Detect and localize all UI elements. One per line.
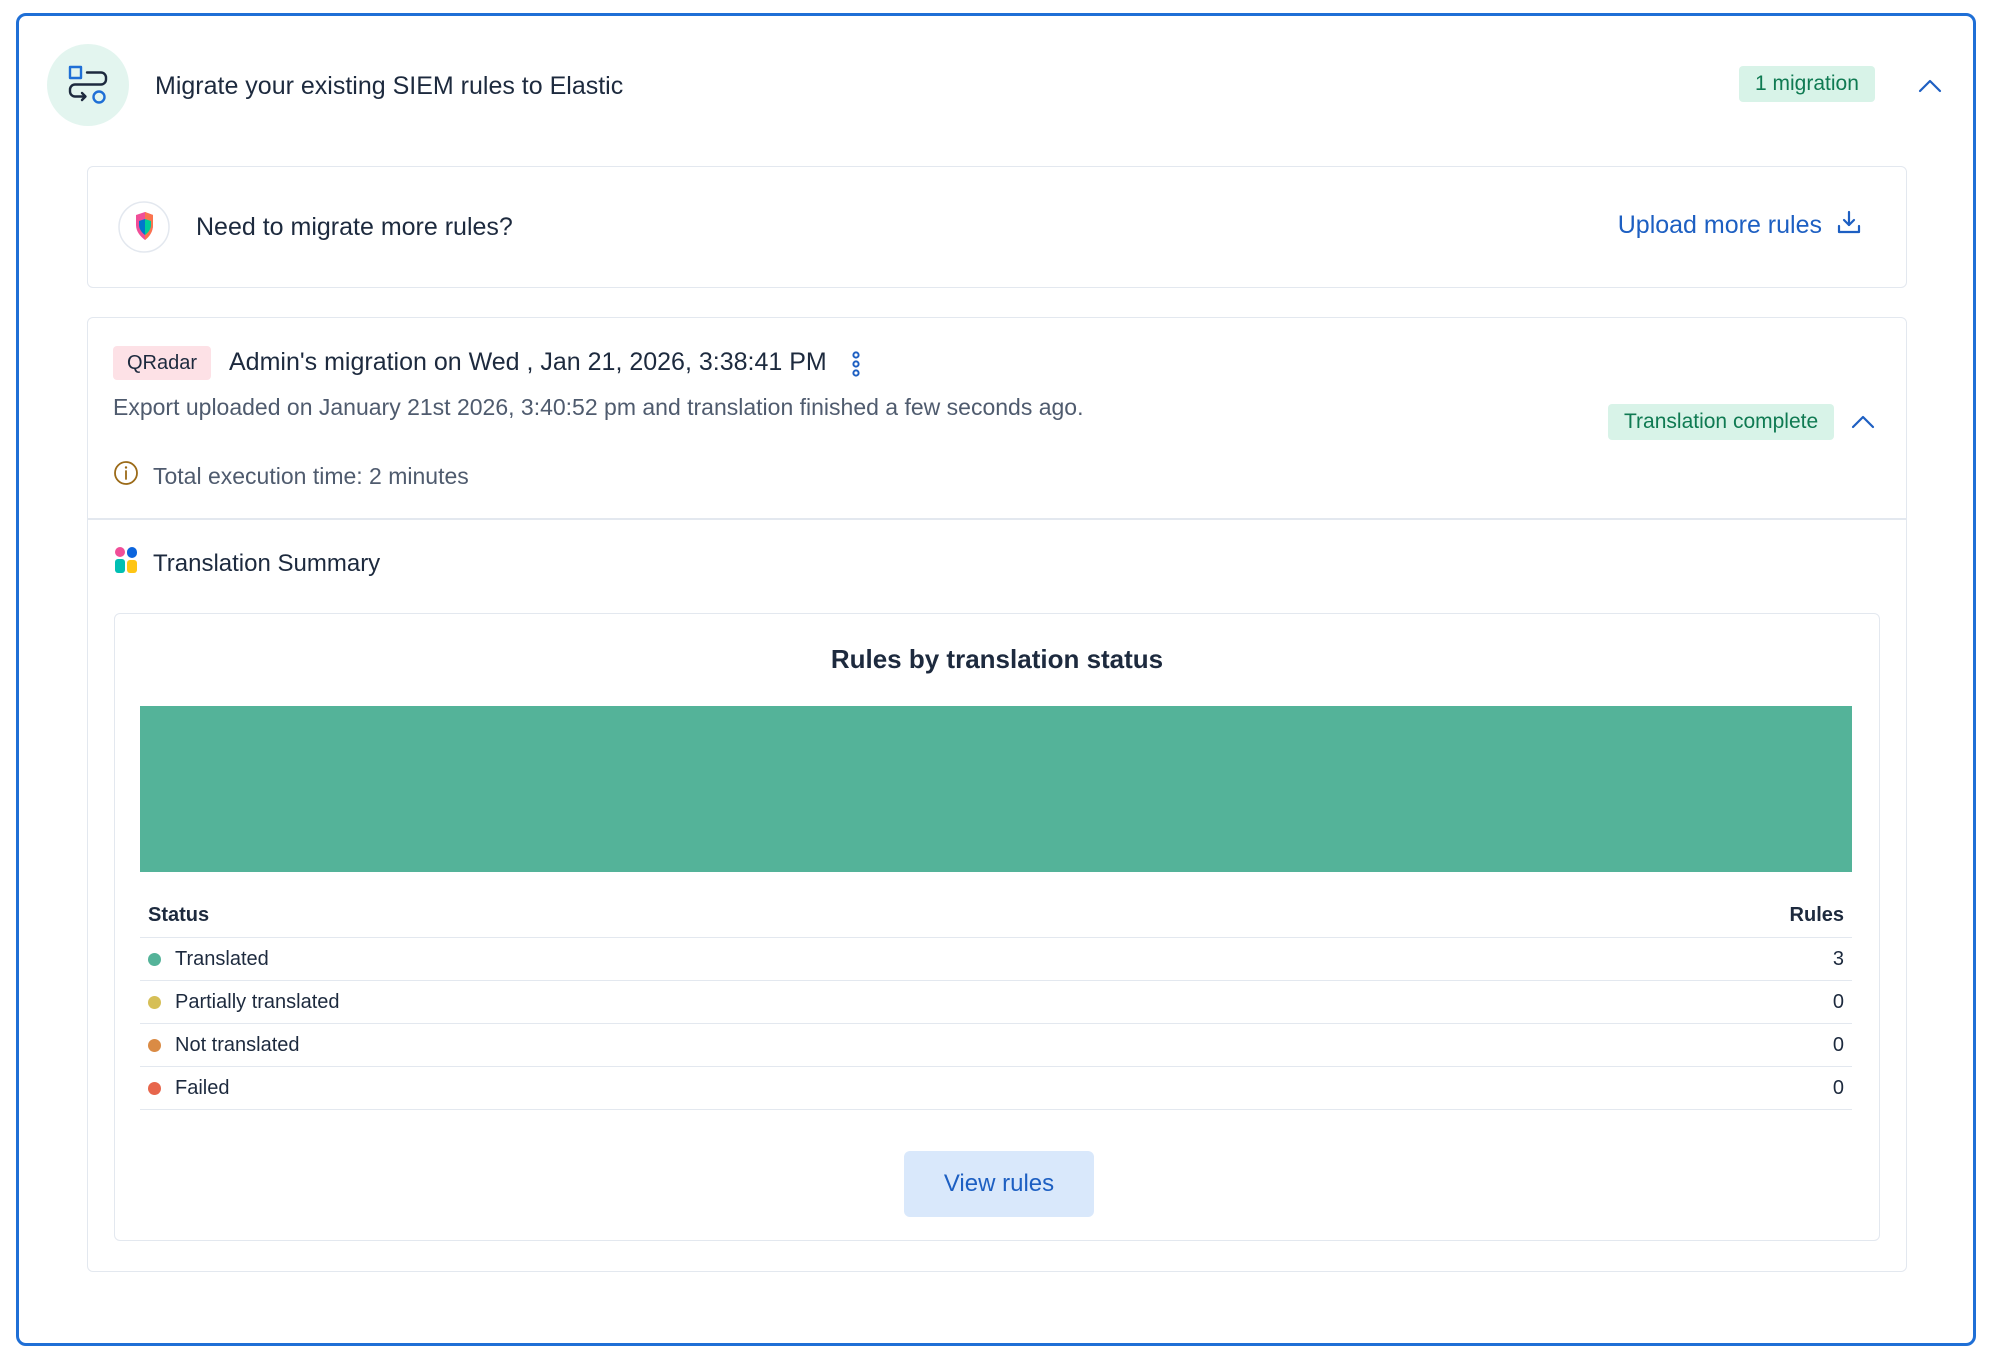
rules-count-failed: 0 xyxy=(1418,1066,1852,1110)
status-dot-translated xyxy=(148,952,161,966)
status-table: Status Rules Translated 3 Partially transl… xyxy=(140,894,1852,1110)
status-label-translated: Translated xyxy=(175,947,269,970)
status-dot-partially-translated xyxy=(148,995,161,1009)
page-title: Migrate your existing SIEM rules to Elas… xyxy=(155,72,624,100)
status-stacked-bar xyxy=(140,706,1852,872)
status-label-partially-translated: Partially translated xyxy=(175,990,340,1013)
table-row: Not translated 0 xyxy=(140,1023,1852,1067)
migration-panel: QRadar Admin's migration on Wed , Jan 21… xyxy=(87,317,1907,1272)
rules-status-chart-card: Rules by translation status Status Rules… xyxy=(114,613,1880,1241)
execution-time-text: Total execution time: 2 minutes xyxy=(153,462,469,489)
upload-question: Need to migrate more rules? xyxy=(196,213,513,241)
status-dot-failed xyxy=(148,1081,161,1095)
execution-time-row: Total execution time: 2 minutes xyxy=(113,460,469,492)
rules-migration-icon xyxy=(47,44,129,126)
rules-count-translated: 3 xyxy=(1418,937,1852,981)
status-table-header: Status Rules xyxy=(140,894,1852,938)
rules-column-header: Rules xyxy=(1418,894,1852,938)
elastic-security-logo-icon xyxy=(118,201,170,253)
translation-status-badge: Translation complete xyxy=(1608,404,1835,440)
upload-more-rules-label: Upload more rules xyxy=(1617,211,1822,239)
info-icon xyxy=(113,460,139,492)
upload-more-rules-link[interactable]: Upload more rules xyxy=(1618,209,1862,242)
status-dot-not-translated xyxy=(148,1038,161,1052)
translation-summary-title: Translation Summary xyxy=(153,549,381,577)
status-cell: Partially translated xyxy=(140,980,1419,1024)
table-row: Translated 3 xyxy=(140,937,1852,981)
migration-card: Migrate your existing SIEM rules to Elas… xyxy=(16,13,1976,1346)
collapse-migration-chevron-up-icon[interactable] xyxy=(1848,407,1878,437)
status-label-failed: Failed xyxy=(175,1076,230,1099)
table-row: Failed 0 xyxy=(140,1066,1852,1110)
summary-chart-icon xyxy=(113,546,139,581)
source-badge: QRadar xyxy=(113,346,212,380)
rules-count-partially-translated: 0 xyxy=(1418,980,1852,1024)
upload-more-panel: Need to migrate more rules? Upload more … xyxy=(87,166,1907,288)
status-cell: Not translated xyxy=(140,1023,1419,1067)
migration-title: Admin's migration on Wed , Jan 21, 2026,… xyxy=(229,348,827,376)
migration-subtitle: Export uploaded on January 21st 2026, 3:… xyxy=(113,394,1084,420)
chart-title: Rules by translation status xyxy=(830,644,1164,674)
panel-divider xyxy=(88,518,1906,520)
download-icon xyxy=(1836,209,1862,242)
migration-count-badge: 1 migration xyxy=(1739,66,1875,102)
more-actions-icon[interactable] xyxy=(848,350,864,378)
status-cell: Translated xyxy=(140,937,1419,981)
collapse-chevron-up-icon[interactable] xyxy=(1915,71,1945,101)
translation-summary-heading: Translation Summary xyxy=(113,546,380,581)
rules-count-not-translated: 0 xyxy=(1418,1023,1852,1067)
status-column-header: Status xyxy=(140,894,1419,938)
status-cell: Failed xyxy=(140,1066,1419,1110)
view-rules-button[interactable]: View rules xyxy=(904,1151,1094,1217)
bar-segment-translated xyxy=(140,706,1852,872)
table-row: Partially translated 0 xyxy=(140,980,1852,1024)
status-label-not-translated: Not translated xyxy=(175,1033,300,1056)
